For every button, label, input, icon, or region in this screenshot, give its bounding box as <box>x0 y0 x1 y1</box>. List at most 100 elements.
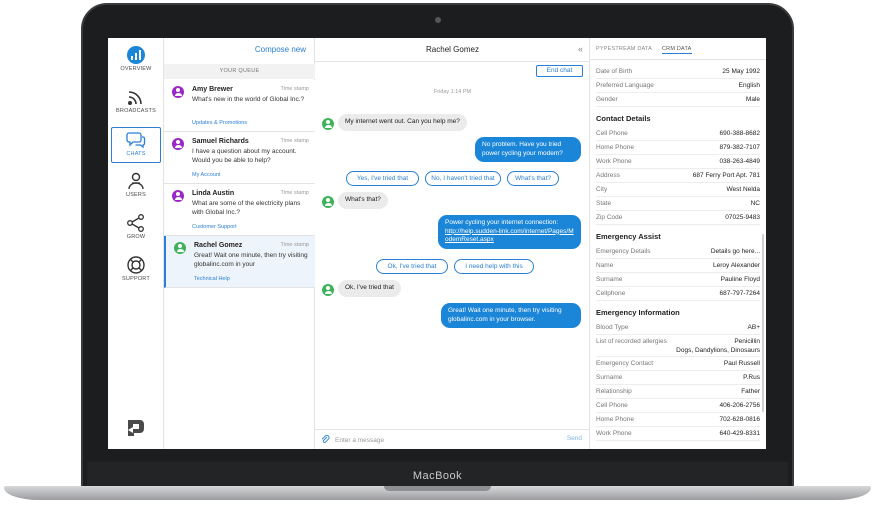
nav-overview[interactable]: OVERVIEW <box>111 43 161 79</box>
crm-row: Emergency Contact Paul Russell <box>596 357 760 371</box>
divider <box>315 61 590 62</box>
queue-item-message: What are some of the electricity plans w… <box>192 200 301 216</box>
crm-row: Address 687 Ferry Port Apt. 781 <box>596 169 760 183</box>
crm-value: 687 Ferry Port Apt. 781 <box>692 172 760 179</box>
end-chat-button[interactable]: End chat <box>536 65 583 77</box>
crm-key: Emergency Details <box>596 248 651 255</box>
crm-value: 640-429-8331 <box>719 430 760 437</box>
nav-support-label: SUPPORT <box>122 276 150 282</box>
laptop-mockup: MacBook OVERVIEW BROADCASTS CHATS USERS … <box>0 0 875 505</box>
crm-value: AB+ <box>747 324 760 331</box>
queue-item-time: Time stamp <box>280 242 309 248</box>
crm-value: 690-388-8682 <box>719 130 760 137</box>
crm-value: 038-263-4849 <box>719 158 760 165</box>
laptop-notch <box>384 486 491 491</box>
queue-item-name: Linda Austin <box>192 190 235 197</box>
queue-item[interactable]: Linda Austin Time stamp What are some of… <box>164 184 315 236</box>
crm-row: Work Phone 640-429-8331 <box>596 427 760 441</box>
message-bubble-outgoing: Great! Wait one minute, then try visitin… <box>441 303 581 328</box>
crm-key: List of recorded allergies <box>596 338 667 345</box>
crm-key: Zip Code <box>596 214 623 221</box>
nav-chats-label: CHATS <box>126 151 146 157</box>
crm-value: Leroy Alexander <box>713 262 760 269</box>
crm-row: Home Phone 879-382-7107 <box>596 141 760 155</box>
tab-crm-data[interactable]: CRM DATA <box>662 46 692 54</box>
modem-reset-link[interactable]: http://help.sudden-link.com/internet/Pag… <box>445 228 574 245</box>
crm-key: Work Phone <box>596 430 632 437</box>
crm-tabs: PYPESTREAM DATA CRM DATA <box>590 38 766 60</box>
crm-key: City <box>596 186 608 193</box>
crm-key: Relationship <box>596 388 632 395</box>
users-icon <box>128 172 144 190</box>
crm-key: Date of Birth <box>596 68 633 75</box>
quick-reply-chip[interactable]: I need help with this <box>454 259 534 274</box>
crm-row: List of recorded allergies Penicillin Dogs… <box>596 335 760 357</box>
crm-row: Surname P.Rus <box>596 371 760 385</box>
message-bubble-outgoing: No problem. Have you tried power cycling… <box>475 137 581 162</box>
queue-item-active[interactable]: Rachel Gomez Time stamp Great! Wait one … <box>164 236 315 288</box>
nav-broadcasts[interactable]: BROADCASTS <box>111 85 161 121</box>
crm-key: Preferred Language <box>596 82 654 89</box>
crm-key: Surname <box>596 374 623 381</box>
scrollbar[interactable] <box>762 234 764 412</box>
camera-icon <box>435 17 441 23</box>
queue-item-time: Time stamp <box>280 190 309 196</box>
avatar <box>174 242 186 254</box>
crm-key: Cell Phone <box>596 130 628 137</box>
crm-value: Penicillin Dogs, Dandylions, Dinosaurs <box>676 337 760 355</box>
queue-item-tag: Customer Support <box>192 224 237 230</box>
crm-value: Details go here... <box>710 248 760 255</box>
section-title-info: Emergency Information <box>596 308 680 317</box>
quick-reply-chip[interactable]: What's that? <box>507 171 559 186</box>
crm-key: Home Phone <box>596 416 634 423</box>
chart-badge-icon <box>127 46 145 64</box>
lifebuoy-icon <box>127 256 145 274</box>
icon-sidebar: OVERVIEW BROADCASTS CHATS USERS GROW SUP… <box>108 38 164 449</box>
queue-item[interactable]: Samuel Richards Time stamp I have a ques… <box>164 132 315 184</box>
crm-value: NC <box>750 200 760 207</box>
crm-value: 07025-9483 <box>725 214 760 221</box>
crm-row: Preferred Language English <box>596 79 760 93</box>
quick-reply-chip[interactable]: No, I haven't tried that <box>425 171 501 186</box>
crm-row: Zip Code 07025-9483 <box>596 211 760 225</box>
queue-item[interactable]: Amy Brewer Time stamp What's new in the … <box>164 80 315 132</box>
tab-pypestream-data[interactable]: PYPESTREAM DATA <box>596 46 652 52</box>
nav-support[interactable]: SUPPORT <box>111 253 161 289</box>
queue-item-tag: Updates & Promotions <box>192 120 248 126</box>
device-label: MacBook <box>412 470 463 482</box>
crm-value: Paul Russell <box>723 360 760 367</box>
compose-new-link[interactable]: Compose new <box>255 45 306 54</box>
crm-value: P.Rus <box>743 374 760 381</box>
message-input[interactable] <box>335 434 545 446</box>
crm-row: Surname Pauline Floyd <box>596 273 760 287</box>
avatar <box>322 118 334 130</box>
send-button[interactable]: Send <box>567 435 582 442</box>
crm-row: Cell Phone 406-206-2756 <box>596 399 760 413</box>
avatar <box>172 86 184 98</box>
message-bubble-incoming: Ok, I've tried that <box>338 280 401 297</box>
crm-value: 879-382-7107 <box>719 144 760 151</box>
crm-value: 25 May 1992 <box>722 68 760 75</box>
quick-reply-chip[interactable]: Ok, I've tried that <box>376 259 448 274</box>
nav-grow[interactable]: GROW <box>111 211 161 247</box>
crm-row: Work Phone 038-263-4849 <box>596 155 760 169</box>
crm-key: Cellphone <box>596 290 626 297</box>
app-screen: OVERVIEW BROADCASTS CHATS USERS GROW SUP… <box>108 38 766 449</box>
collapse-icon[interactable]: « <box>578 44 583 54</box>
crm-value: Father <box>741 388 760 395</box>
crm-key: Work Phone <box>596 158 632 165</box>
crm-key: Gender <box>596 96 618 103</box>
queue-item-time: Time stamp <box>280 86 309 92</box>
message-bubble-incoming: What's that? <box>338 192 388 209</box>
queue-item-name: Amy Brewer <box>192 86 233 93</box>
chat-bubbles-icon <box>126 132 146 149</box>
crm-value: Male <box>745 96 760 103</box>
quick-reply-chip[interactable]: Yes, I've tried that <box>346 171 419 186</box>
crm-value: English <box>738 82 760 89</box>
paperclip-icon[interactable] <box>321 435 330 445</box>
nav-users[interactable]: USERS <box>111 169 161 205</box>
section-title-assist: Emergency Assist <box>596 232 661 241</box>
nav-chats[interactable]: CHATS <box>111 127 161 163</box>
queue-item-name: Samuel Richards <box>192 138 249 145</box>
nav-grow-label: GROW <box>126 234 146 240</box>
